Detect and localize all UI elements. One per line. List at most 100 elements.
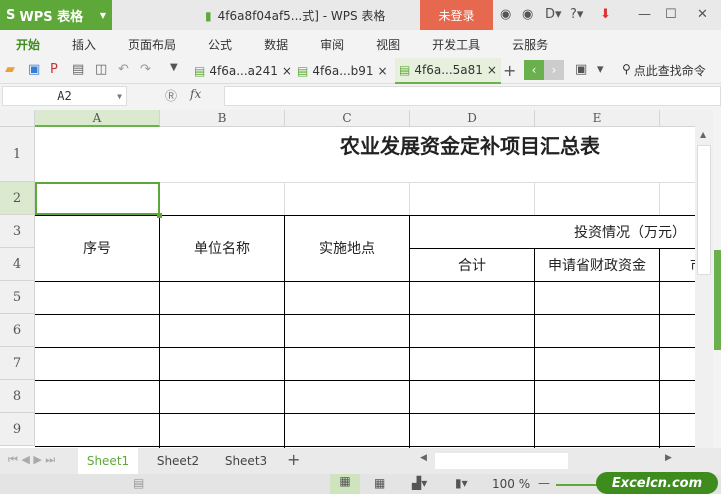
menu-developer[interactable]: 开发工具 bbox=[416, 36, 496, 53]
header-place[interactable]: 实施地点 bbox=[285, 215, 409, 281]
gridline bbox=[284, 182, 285, 215]
search-icon: ⚲ bbox=[622, 62, 631, 76]
help-icon[interactable]: ?▾ bbox=[570, 7, 583, 22]
sheet-tab-sheet2[interactable]: Sheet2 bbox=[148, 448, 208, 474]
column-header-a[interactable]: A bbox=[35, 110, 160, 127]
table-border bbox=[35, 281, 695, 282]
menu-data[interactable]: 数据 bbox=[248, 36, 304, 53]
row-header-6[interactable]: 6 bbox=[0, 314, 35, 347]
header-provincial[interactable]: 申请省财政资金 bbox=[535, 248, 659, 281]
login-button[interactable]: 未登录 bbox=[420, 0, 493, 30]
minimize-icon[interactable]: — bbox=[638, 7, 651, 22]
scroll-thumb[interactable] bbox=[697, 145, 711, 275]
zoom-out-icon[interactable]: — bbox=[538, 476, 550, 490]
row-header-3[interactable]: 3 bbox=[0, 215, 35, 248]
header-investment[interactable]: 投资情况（万元） bbox=[410, 215, 695, 248]
spreadsheet-grid[interactable]: A B C D E 1 2 3 4 5 6 7 8 9 农业发展资金定补项目汇总… bbox=[0, 110, 695, 448]
menu-formulas[interactable]: 公式 bbox=[192, 36, 248, 53]
column-header-f[interactable] bbox=[660, 110, 695, 127]
header-seq[interactable]: 序号 bbox=[35, 215, 159, 281]
window-list-icon[interactable]: ▣ bbox=[575, 62, 587, 77]
sheet-nav-icons[interactable]: ⏮ ◀ ▶ ⏭ bbox=[8, 453, 55, 467]
redo-icon[interactable]: ↷ bbox=[140, 62, 151, 77]
print-icon[interactable]: ▤ bbox=[72, 62, 84, 77]
more-dropdown-icon[interactable]: ▼ bbox=[170, 62, 178, 73]
header-unit[interactable]: 单位名称 bbox=[160, 215, 284, 281]
header-city[interactable]: 市 bbox=[660, 248, 695, 281]
tab-next-icon[interactable]: › bbox=[544, 60, 564, 80]
column-header-e[interactable]: E bbox=[535, 110, 660, 127]
horizontal-scrollbar[interactable]: ◀ ▶ bbox=[415, 452, 695, 470]
zoom-lookup-icon[interactable]: Ⓡ bbox=[165, 87, 177, 104]
row-header-4[interactable]: 4 bbox=[0, 248, 35, 281]
close-tab-icon[interactable]: × bbox=[487, 63, 497, 77]
sheet-title-cell[interactable]: 农业发展资金定补项目汇总表 bbox=[35, 127, 695, 161]
menu-view[interactable]: 视图 bbox=[360, 36, 416, 53]
wps-menu-button[interactable]: S WPS 表格 ▼ bbox=[0, 0, 112, 30]
column-header-d[interactable]: D bbox=[410, 110, 535, 127]
header-total[interactable]: 合计 bbox=[410, 248, 534, 281]
close-icon[interactable]: ✕ bbox=[697, 7, 708, 22]
select-all-corner[interactable] bbox=[0, 110, 35, 127]
row-header-5[interactable]: 5 bbox=[0, 281, 35, 314]
formula-input[interactable] bbox=[224, 86, 721, 106]
row-header-9[interactable]: 9 bbox=[0, 413, 35, 446]
document-icon: ▤ bbox=[297, 64, 309, 78]
menu-review[interactable]: 审阅 bbox=[304, 36, 360, 53]
command-search[interactable]: ⚲ 点此查找命令 bbox=[622, 62, 706, 79]
chevron-down-icon: ▼ bbox=[99, 10, 106, 20]
feedback-icon[interactable]: D▾ bbox=[545, 7, 562, 22]
menu-cloud[interactable]: 云服务 bbox=[496, 36, 564, 53]
scroll-up-icon[interactable]: ▲ bbox=[700, 130, 706, 139]
vertical-scrollbar[interactable]: ▲ bbox=[695, 110, 713, 448]
normal-view-icon[interactable]: ▦ bbox=[330, 474, 360, 494]
table-border bbox=[35, 413, 695, 414]
sheet-tab-sheet3[interactable]: Sheet3 bbox=[216, 448, 276, 474]
add-sheet-icon[interactable]: + bbox=[287, 450, 300, 469]
selected-cell-a2[interactable] bbox=[35, 182, 160, 215]
menu-page-layout[interactable]: 页面布局 bbox=[112, 36, 192, 53]
menu-home[interactable]: 开始 bbox=[0, 36, 56, 53]
close-tab-icon[interactable]: × bbox=[378, 64, 388, 78]
doc-tab-2[interactable]: ▤ 4f6a...b91 × bbox=[293, 58, 392, 84]
open-icon[interactable]: ▰ bbox=[5, 62, 15, 77]
undo-icon[interactable]: ↶ bbox=[118, 62, 129, 77]
settings-icon[interactable]: ◉ bbox=[522, 7, 533, 22]
maximize-icon[interactable]: ☐ bbox=[665, 7, 677, 22]
scroll-right-icon[interactable]: ▶ bbox=[665, 453, 672, 463]
document-icon: ▤ bbox=[194, 64, 206, 78]
print-preview-icon[interactable]: ◫ bbox=[95, 62, 107, 77]
ribbon-menu: 开始 插入 页面布局 公式 数据 审阅 视图 开发工具 云服务 bbox=[0, 30, 721, 58]
doc-tab-3[interactable]: ▤ 4f6a...5a81 × bbox=[395, 58, 501, 84]
export-pdf-icon[interactable]: P bbox=[50, 62, 58, 77]
row-header-7[interactable]: 7 bbox=[0, 347, 35, 380]
h-scroll-thumb[interactable] bbox=[435, 453, 568, 469]
eye-protection-icon[interactable]: ▮▾ bbox=[455, 476, 468, 490]
save-icon[interactable]: ▣ bbox=[28, 62, 40, 77]
tab-prev-icon[interactable]: ‹ bbox=[524, 60, 544, 80]
zoom-slider[interactable] bbox=[556, 484, 601, 486]
column-header-c[interactable]: C bbox=[285, 110, 410, 127]
sheet-tab-sheet1[interactable]: Sheet1 bbox=[78, 448, 138, 474]
menu-insert[interactable]: 插入 bbox=[56, 36, 112, 53]
close-tab-icon[interactable]: × bbox=[282, 64, 292, 78]
page-break-view-icon[interactable]: ▦ bbox=[374, 476, 385, 490]
new-tab-icon[interactable]: + bbox=[503, 61, 516, 80]
doc-tab-1[interactable]: ▤ 4f6a...a241 × bbox=[190, 58, 296, 84]
scroll-left-icon[interactable]: ◀ bbox=[420, 453, 427, 463]
macro-icon[interactable]: ▤ bbox=[133, 476, 144, 490]
fx-icon[interactable]: fx bbox=[190, 87, 201, 101]
skin-icon[interactable]: ◉ bbox=[500, 7, 511, 22]
name-box[interactable]: A2 ▼ bbox=[2, 86, 127, 106]
row-header-1[interactable]: 1 bbox=[0, 127, 35, 182]
row-header-2[interactable]: 2 bbox=[0, 182, 35, 215]
tab-menu-icon[interactable]: ▾ bbox=[597, 62, 604, 77]
row-header-8[interactable]: 8 bbox=[0, 380, 35, 413]
reading-mode-icon[interactable]: ▟▾ bbox=[412, 476, 427, 490]
table-border bbox=[35, 446, 695, 447]
chevron-down-icon[interactable]: ▼ bbox=[117, 92, 122, 101]
download-icon[interactable]: ⬇ bbox=[600, 7, 611, 22]
zoom-level[interactable]: 100 % bbox=[492, 477, 530, 491]
column-header-b[interactable]: B bbox=[160, 110, 285, 127]
side-panel-toggle[interactable] bbox=[714, 250, 721, 350]
